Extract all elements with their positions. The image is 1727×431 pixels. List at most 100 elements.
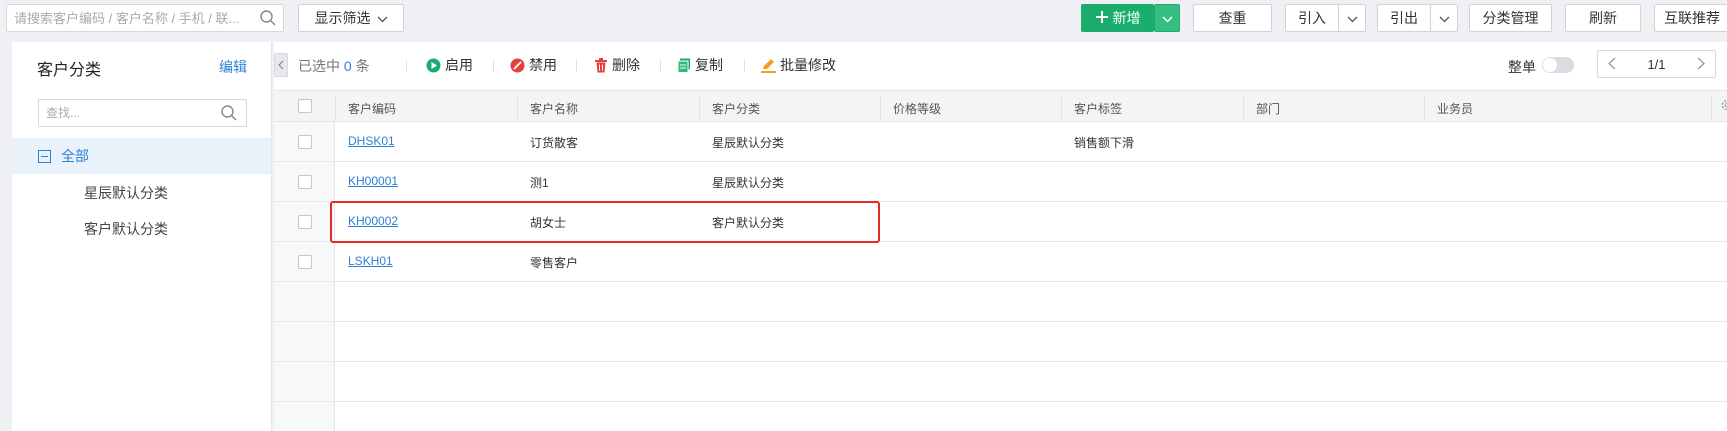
filter-toggle-label: 显示筛选 bbox=[314, 10, 371, 26]
tree-node-category[interactable]: 客户默认分类 bbox=[84, 219, 168, 239]
selection-summary: 已选中 0 条 bbox=[298, 56, 370, 76]
import-dropdown-button[interactable] bbox=[1338, 4, 1366, 32]
customer-search-box[interactable] bbox=[6, 4, 284, 32]
column-divider bbox=[335, 95, 336, 119]
enable-button[interactable]: 启用 bbox=[426, 55, 473, 75]
enable-icon bbox=[426, 58, 441, 72]
top-toolbar: 显示筛选 新增 查重 引入 引出 分类管理 刷新 bbox=[0, 0, 1727, 38]
disable-icon bbox=[510, 58, 525, 72]
selection-count: 0 bbox=[343, 58, 352, 74]
table-row[interactable]: LSKH01 零售客户 bbox=[274, 242, 1727, 282]
row-checkbox[interactable] bbox=[298, 215, 312, 229]
enable-label: 启用 bbox=[445, 57, 473, 73]
empty-row bbox=[274, 282, 1727, 322]
selection-prefix: 已选中 bbox=[298, 58, 340, 74]
category-search-input[interactable] bbox=[39, 100, 214, 126]
table-header: 客户编码 客户名称 客户分类 价格等级 客户标签 部门 业务员 bbox=[274, 90, 1727, 122]
new-customer-label: 新增 bbox=[1112, 10, 1141, 26]
chevron-down-icon bbox=[1347, 10, 1358, 26]
plus-icon bbox=[1095, 10, 1109, 27]
row-checkbox[interactable] bbox=[298, 175, 312, 189]
customer-code-link[interactable]: KH00002 bbox=[348, 214, 398, 228]
gear-icon[interactable] bbox=[1720, 98, 1727, 115]
delete-button[interactable]: 删除 bbox=[594, 55, 640, 75]
column-divider bbox=[1711, 95, 1712, 119]
customer-name: 测1 bbox=[530, 176, 549, 190]
customer-name: 零售客户 bbox=[530, 256, 579, 270]
column-header[interactable]: 部门 bbox=[1256, 100, 1280, 117]
recommend-button[interactable]: 互联推荐 bbox=[1654, 4, 1727, 32]
disable-button[interactable]: 禁用 bbox=[510, 55, 557, 75]
chevron-down-icon bbox=[1161, 10, 1173, 26]
sidebar-edit-link[interactable]: 编辑 bbox=[219, 57, 247, 77]
selection-suffix: 条 bbox=[355, 58, 370, 74]
import-button[interactable]: 引入 bbox=[1285, 4, 1339, 32]
export-button[interactable]: 引出 bbox=[1377, 4, 1431, 32]
new-dropdown-button[interactable] bbox=[1154, 4, 1180, 32]
customer-name: 订货散客 bbox=[530, 136, 579, 150]
category-manage-button[interactable]: 分类管理 bbox=[1469, 4, 1552, 32]
trash-icon bbox=[595, 57, 607, 72]
category-search-box[interactable] bbox=[38, 99, 247, 127]
column-header[interactable]: 客户名称 bbox=[530, 100, 578, 117]
search-icon[interactable] bbox=[220, 104, 238, 125]
column-header[interactable]: 价格等级 bbox=[893, 100, 941, 117]
table-row[interactable]: KH00002 胡女士 客户默认分类 bbox=[274, 202, 1727, 242]
table-row[interactable]: DHSK01 订货散客 星辰默认分类 销售额下滑 bbox=[274, 122, 1727, 162]
customer-code-link[interactable]: KH00001 bbox=[348, 174, 398, 188]
customer-category: 星辰默认分类 bbox=[712, 136, 785, 150]
dedupe-button[interactable]: 查重 bbox=[1193, 4, 1272, 32]
pencil-icon bbox=[761, 58, 776, 73]
copy-label: 复制 bbox=[695, 57, 723, 73]
divider bbox=[493, 60, 494, 72]
sidebar-title: 客户分类 bbox=[37, 62, 102, 79]
customer-search-input[interactable] bbox=[7, 5, 251, 31]
refresh-button[interactable]: 刷新 bbox=[1565, 4, 1641, 32]
customer-tag: 销售额下滑 bbox=[1074, 136, 1135, 150]
chevron-right-icon[interactable] bbox=[1697, 57, 1705, 73]
tree-node-category[interactable]: 星辰默认分类 bbox=[84, 183, 168, 203]
collapse-icon[interactable] bbox=[38, 149, 51, 163]
import-label: 引入 bbox=[1298, 10, 1326, 26]
disable-label: 禁用 bbox=[529, 57, 557, 73]
whole-unit-toggle[interactable] bbox=[1542, 57, 1574, 73]
customer-category: 星辰默认分类 bbox=[712, 176, 785, 190]
whole-unit-label: 整单 bbox=[1508, 59, 1536, 75]
row-checkbox[interactable] bbox=[298, 135, 312, 149]
filter-toggle-button[interactable]: 显示筛选 bbox=[298, 4, 404, 32]
tree-node-all-label: 全部 bbox=[61, 148, 89, 164]
customer-code-link[interactable]: DHSK01 bbox=[348, 134, 395, 148]
pagination: 1/1 bbox=[1597, 50, 1716, 78]
table-row[interactable]: KH00001 测1 星辰默认分类 bbox=[274, 162, 1727, 202]
new-customer-button[interactable]: 新增 bbox=[1081, 4, 1154, 32]
export-label: 引出 bbox=[1390, 10, 1418, 26]
copy-button[interactable]: 复制 bbox=[677, 55, 723, 75]
category-manage-label: 分类管理 bbox=[1482, 10, 1539, 26]
customer-name: 胡女士 bbox=[530, 216, 567, 230]
select-all-checkbox[interactable] bbox=[298, 99, 312, 113]
search-icon[interactable] bbox=[259, 9, 277, 30]
toggle-knob bbox=[1543, 58, 1557, 72]
column-divider bbox=[517, 95, 518, 119]
column-divider bbox=[1061, 95, 1062, 119]
chevron-down-icon bbox=[1439, 10, 1450, 26]
export-dropdown-button[interactable] bbox=[1430, 4, 1458, 32]
tree-node-all[interactable]: 全部 bbox=[12, 138, 271, 174]
divider bbox=[406, 60, 407, 72]
customer-list-panel: 已选中 0 条 启用 禁用 删除 复制 批量修改 整单 1/1 客户编码 客户名… bbox=[274, 42, 1727, 431]
batch-edit-label: 批量修改 bbox=[780, 57, 836, 73]
column-header[interactable]: 业务员 bbox=[1437, 100, 1473, 117]
chevron-down-icon bbox=[377, 10, 388, 26]
column-divider bbox=[1424, 95, 1425, 119]
column-divider bbox=[699, 95, 700, 119]
customer-code-link[interactable]: LSKH01 bbox=[348, 254, 393, 268]
copy-icon bbox=[677, 58, 690, 73]
batch-edit-button[interactable]: 批量修改 bbox=[761, 55, 836, 75]
divider bbox=[576, 60, 577, 72]
column-header[interactable]: 客户分类 bbox=[712, 100, 760, 117]
column-header[interactable]: 客户编码 bbox=[348, 100, 396, 117]
refresh-label: 刷新 bbox=[1589, 10, 1617, 26]
column-header[interactable]: 客户标签 bbox=[1074, 100, 1122, 117]
row-checkbox[interactable] bbox=[298, 255, 312, 269]
delete-label: 删除 bbox=[612, 57, 640, 73]
